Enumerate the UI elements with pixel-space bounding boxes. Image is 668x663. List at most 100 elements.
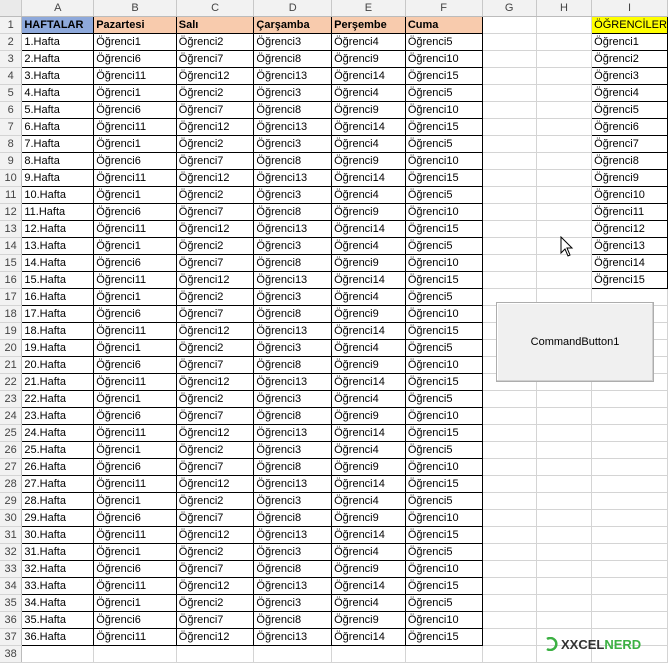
data-cell[interactable]: Öğrenci13 <box>253 322 333 340</box>
data-cell[interactable]: 22.Hafta <box>21 390 95 408</box>
data-cell[interactable]: Öğrenci10 <box>404 458 483 476</box>
data-cell[interactable]: Öğrenci13 <box>253 118 333 136</box>
data-cell[interactable]: Öğrenci4 <box>331 339 406 357</box>
data-cell[interactable]: Öğrenci4 <box>331 288 406 306</box>
data-cell[interactable]: 10.Hafta <box>21 186 95 204</box>
data-cell[interactable]: Öğrenci4 <box>331 135 406 153</box>
data-cell[interactable]: Öğrenci13 <box>253 424 333 442</box>
row-header[interactable]: 33 <box>0 560 23 578</box>
cell[interactable] <box>591 577 668 595</box>
data-cell[interactable]: Öğrenci1 <box>93 492 177 510</box>
student-list-cell[interactable]: Öğrenci10 <box>591 186 668 204</box>
data-cell[interactable]: Öğrenci10 <box>404 50 483 68</box>
cell[interactable] <box>536 560 593 578</box>
data-cell[interactable]: Öğrenci1 <box>93 288 177 306</box>
cell[interactable] <box>536 220 593 238</box>
data-cell[interactable]: Öğrenci9 <box>331 458 406 476</box>
row-header[interactable]: 12 <box>0 203 23 221</box>
cell[interactable] <box>536 152 593 170</box>
data-cell[interactable]: Öğrenci4 <box>331 237 406 255</box>
data-cell[interactable]: Öğrenci15 <box>404 118 483 136</box>
data-cell[interactable]: Öğrenci15 <box>404 373 483 391</box>
data-cell[interactable]: Öğrenci5 <box>404 84 483 102</box>
data-cell[interactable]: Öğrenci8 <box>253 458 333 476</box>
data-cell[interactable]: 19.Hafta <box>21 339 95 357</box>
data-cell[interactable]: Öğrenci1 <box>93 33 177 51</box>
data-cell[interactable]: Öğrenci3 <box>253 186 333 204</box>
cell[interactable] <box>331 645 406 663</box>
cell[interactable] <box>536 526 593 544</box>
data-cell[interactable]: Öğrenci3 <box>253 441 333 459</box>
data-cell[interactable]: Öğrenci1 <box>93 594 177 612</box>
data-cell[interactable]: Öğrenci3 <box>253 135 333 153</box>
cell[interactable] <box>482 543 537 561</box>
data-cell[interactable]: 6.Hafta <box>21 118 95 136</box>
data-cell[interactable]: Öğrenci12 <box>175 220 255 238</box>
student-list-cell[interactable]: Öğrenci6 <box>591 118 668 136</box>
data-cell[interactable]: Öğrenci14 <box>331 424 406 442</box>
data-cell[interactable]: Öğrenci12 <box>175 526 255 544</box>
data-cell[interactable]: Öğrenci3 <box>253 288 333 306</box>
data-cell[interactable]: Öğrenci7 <box>175 101 255 119</box>
cell[interactable] <box>482 594 537 612</box>
cell[interactable] <box>482 424 537 442</box>
data-cell[interactable]: 14.Hafta <box>21 254 95 272</box>
data-cell[interactable]: Öğrenci12 <box>175 373 255 391</box>
data-cell[interactable]: Öğrenci5 <box>404 390 483 408</box>
data-cell[interactable]: 3.Hafta <box>21 67 95 85</box>
row-header[interactable]: 29 <box>0 492 23 510</box>
data-cell[interactable]: Öğrenci13 <box>253 169 333 187</box>
row-header[interactable]: 1 <box>0 16 23 34</box>
data-cell[interactable]: Öğrenci7 <box>175 458 255 476</box>
cell[interactable] <box>482 186 537 204</box>
data-cell[interactable]: 13.Hafta <box>21 237 95 255</box>
cell[interactable] <box>536 186 593 204</box>
data-cell[interactable]: 5.Hafta <box>21 101 95 119</box>
data-cell[interactable]: Öğrenci10 <box>404 152 483 170</box>
data-cell[interactable]: 2.Hafta <box>21 50 95 68</box>
data-cell[interactable]: Öğrenci14 <box>331 373 406 391</box>
data-cell[interactable]: Öğrenci2 <box>175 492 255 510</box>
data-cell[interactable]: Öğrenci6 <box>93 152 177 170</box>
row-header[interactable]: 26 <box>0 441 23 459</box>
cell[interactable] <box>21 645 95 663</box>
cell[interactable] <box>536 543 593 561</box>
row-header[interactable]: 6 <box>0 101 23 119</box>
data-cell[interactable]: Öğrenci4 <box>331 33 406 51</box>
data-cell[interactable]: Öğrenci11 <box>93 424 177 442</box>
cell[interactable] <box>482 271 537 289</box>
data-cell[interactable]: Öğrenci8 <box>253 254 333 272</box>
data-cell[interactable]: Öğrenci6 <box>93 560 177 578</box>
row-header[interactable]: 34 <box>0 577 23 595</box>
data-cell[interactable]: Öğrenci14 <box>331 475 406 493</box>
data-cell[interactable]: Öğrenci8 <box>253 203 333 221</box>
data-cell[interactable]: Öğrenci9 <box>331 611 406 629</box>
cell[interactable] <box>482 237 537 255</box>
data-cell[interactable]: Öğrenci2 <box>175 543 255 561</box>
cell[interactable] <box>482 67 537 85</box>
data-cell[interactable]: 16.Hafta <box>21 288 95 306</box>
data-cell[interactable]: Öğrenci3 <box>253 33 333 51</box>
data-cell[interactable]: Öğrenci5 <box>404 543 483 561</box>
data-cell[interactable]: 35.Hafta <box>21 611 95 629</box>
student-list-cell[interactable]: Öğrenci12 <box>591 220 668 238</box>
column-header-b[interactable]: B <box>93 0 177 17</box>
data-cell[interactable]: Öğrenci11 <box>93 118 177 136</box>
data-cell[interactable]: 26.Hafta <box>21 458 95 476</box>
cell[interactable] <box>536 475 593 493</box>
cell[interactable] <box>591 441 668 459</box>
row-header[interactable]: 4 <box>0 67 23 85</box>
student-list-cell[interactable]: Öğrenci7 <box>591 135 668 153</box>
cell[interactable] <box>591 509 668 527</box>
header-cell[interactable]: Perşembe <box>331 16 406 34</box>
data-cell[interactable]: Öğrenci6 <box>93 611 177 629</box>
select-all-corner[interactable] <box>0 0 23 17</box>
students-header-cell[interactable]: ÖĞRENCİLER <box>591 16 668 34</box>
cell[interactable] <box>482 560 537 578</box>
row-header[interactable]: 8 <box>0 135 23 153</box>
data-cell[interactable]: Öğrenci7 <box>175 356 255 374</box>
data-cell[interactable]: Öğrenci15 <box>404 475 483 493</box>
cell[interactable] <box>482 611 537 629</box>
data-cell[interactable]: Öğrenci12 <box>175 118 255 136</box>
data-cell[interactable]: Öğrenci5 <box>404 441 483 459</box>
